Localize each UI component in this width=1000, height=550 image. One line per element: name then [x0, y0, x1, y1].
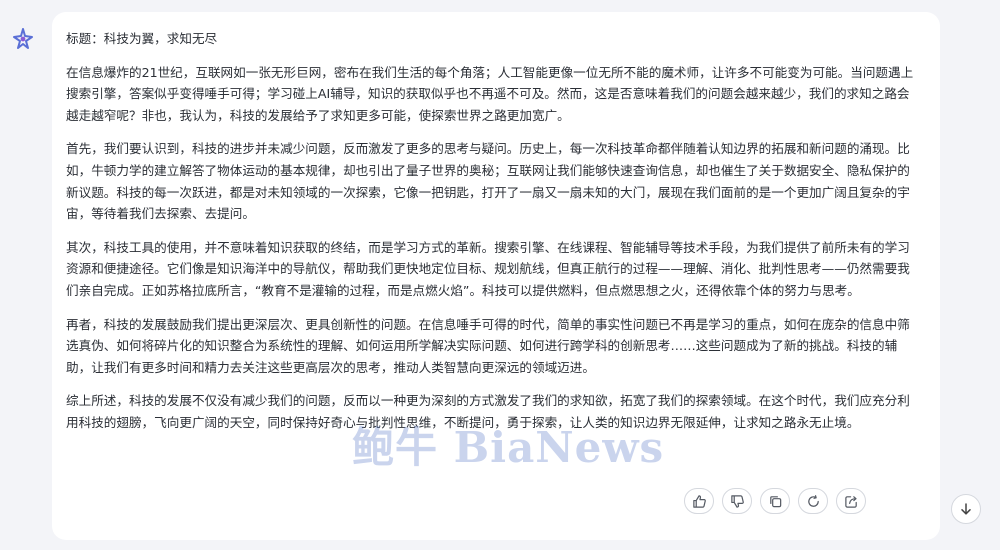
assistant-message-card: 标题：科技为翼，求知无尽 在信息爆炸的21世纪，互联网如一张无形巨网，密布在我们…	[52, 12, 940, 540]
message-paragraph: 综上所述，科技的发展不仅没有减少我们的问题，反而以一种更为深刻的方式激发了我们的…	[66, 393, 910, 430]
thumbs-down-icon	[730, 494, 744, 508]
ai-logo-icon	[13, 28, 33, 49]
message-content: 标题：科技为翼，求知无尽 在信息爆炸的21世纪，互联网如一张无形巨网，密布在我们…	[66, 28, 922, 446]
copy-icon	[769, 495, 781, 507]
message-paragraph: 再者，科技的发展鼓励我们提出更深层次、更具创新性的问题。在信息唾手可得的时代，简…	[66, 316, 910, 375]
message-paragraph: 其次，科技工具的使用，并不意味着知识获取的终结，而是学习方式的革新。搜索引擎、在…	[66, 239, 910, 298]
scroll-to-bottom-button[interactable]	[951, 494, 981, 524]
thumbs-up-icon	[692, 494, 706, 508]
like-button[interactable]	[684, 488, 714, 514]
copy-button[interactable]	[760, 488, 790, 514]
message-actions	[684, 488, 866, 514]
message-paragraph: 首先，我们要认识到，科技的进步并未减少问题，反而激发了更多的思考与疑问。历史上，…	[66, 141, 910, 222]
share-icon	[844, 495, 857, 508]
message-title: 标题：科技为翼，求知无尽	[66, 31, 218, 46]
arrow-down-icon	[961, 503, 971, 515]
message-paragraph: 在信息爆炸的21世纪，互联网如一张无形巨网，密布在我们生活的每个角落；人工智能更…	[66, 64, 914, 123]
assistant-avatar	[10, 26, 36, 52]
regenerate-icon	[807, 494, 819, 507]
regenerate-button[interactable]	[798, 488, 828, 514]
share-button[interactable]	[836, 488, 866, 514]
dislike-button[interactable]	[722, 488, 752, 514]
